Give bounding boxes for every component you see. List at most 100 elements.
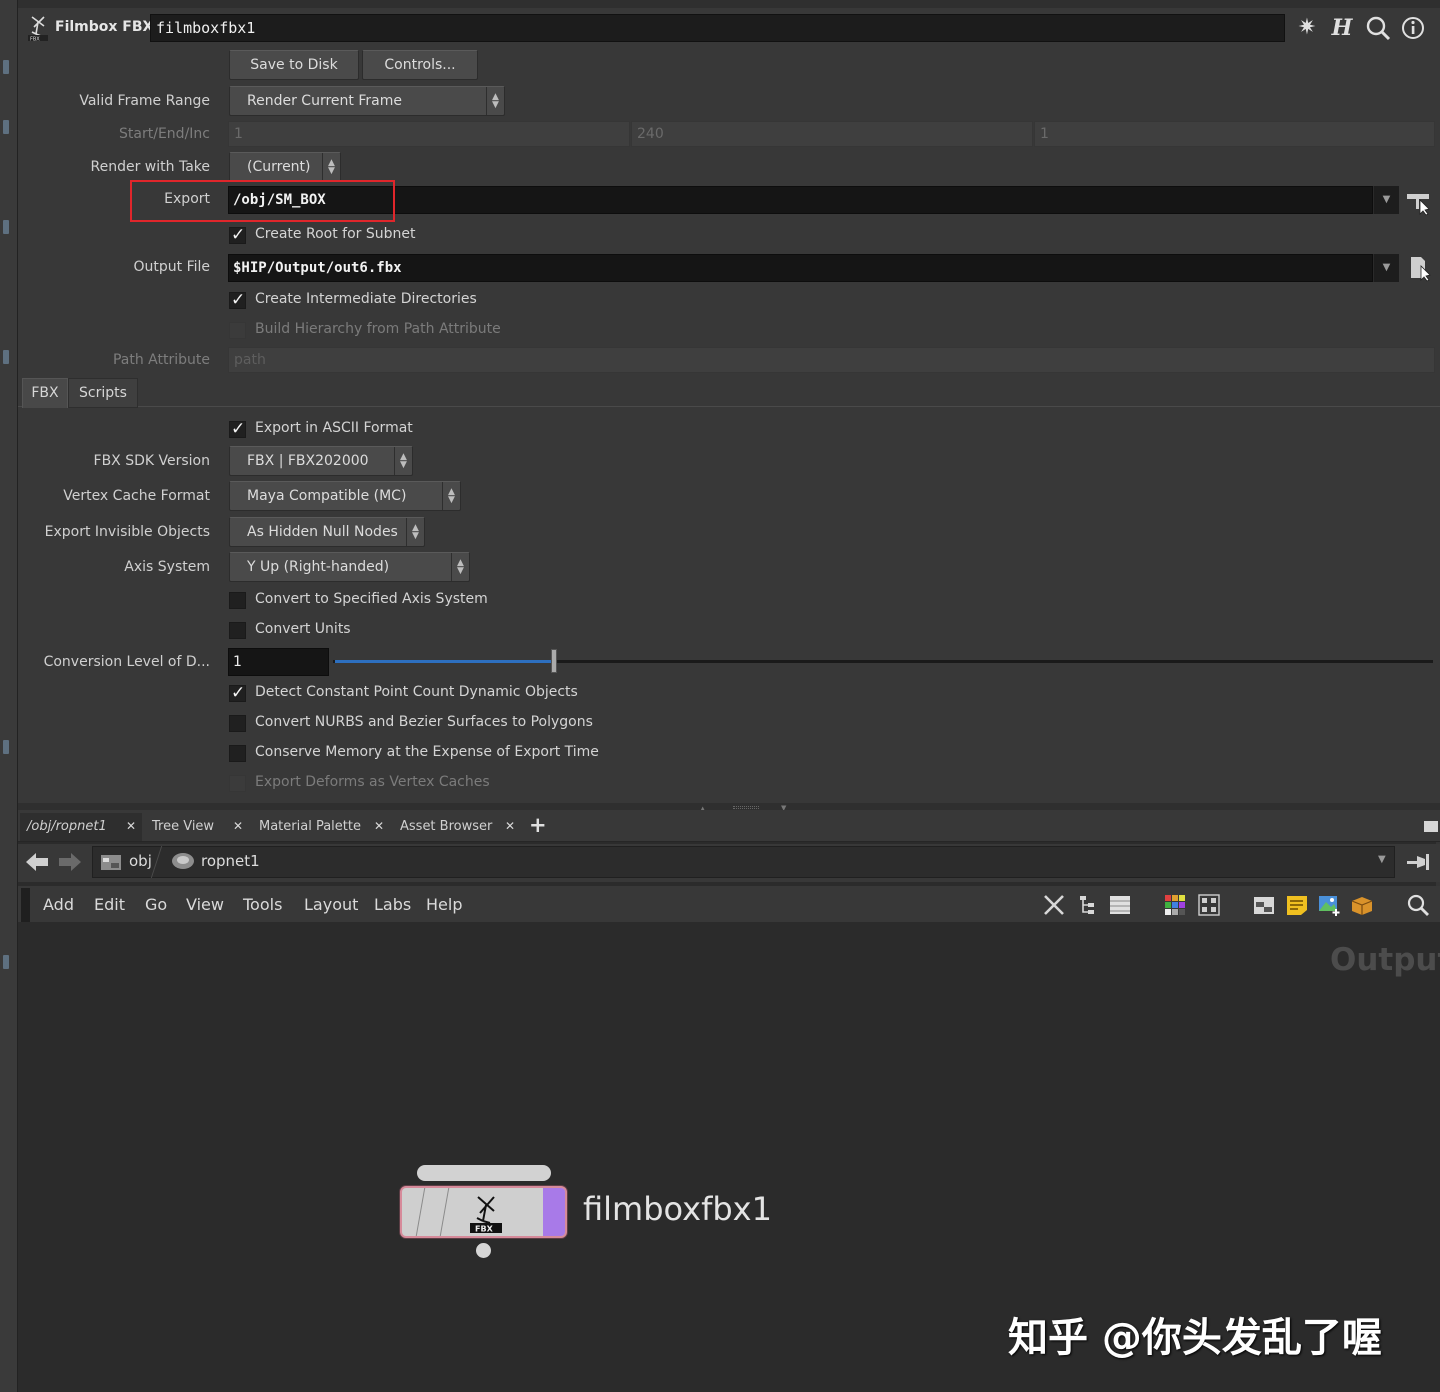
menu-collapse-handle[interactable]	[21, 888, 30, 922]
menu-tools[interactable]: Tools	[243, 895, 282, 914]
axis-system-value: Y Up (Right-handed)	[247, 559, 390, 575]
conversion-level-field[interactable]: 1	[228, 648, 329, 676]
shape-palette-icon[interactable]	[1197, 893, 1221, 917]
network-menu-bar	[18, 886, 1440, 924]
tree-list-icon[interactable]	[1076, 893, 1100, 917]
detect-constant-checkbox[interactable]: ✓	[229, 683, 246, 703]
render-with-take-menu[interactable]: (Current) ▲ ▼	[229, 152, 341, 182]
convert-axis-checkbox[interactable]	[229, 592, 246, 609]
convert-units-checkbox[interactable]	[229, 622, 246, 639]
pane-tab-network[interactable]: /obj/ropnet1	[20, 813, 142, 841]
menu-go[interactable]: Go	[145, 895, 167, 914]
build-hierarchy-checkbox[interactable]	[229, 322, 246, 339]
path-obj-label[interactable]: obj	[129, 852, 152, 870]
axis-system-menu[interactable]: Y Up (Right-handed) ▲ ▼	[229, 552, 470, 582]
node-flag-divider	[439, 1188, 450, 1236]
path-attribute-label: Path Attribute	[112, 352, 210, 368]
vertex-cache-format-label: Vertex Cache Format	[63, 488, 210, 504]
save-to-disk-button[interactable]: Save to Disk	[229, 50, 359, 80]
export-deforms-checkbox[interactable]	[229, 775, 246, 792]
menu-add[interactable]: Add	[43, 895, 74, 914]
conversion-level-slider-handle[interactable]	[551, 649, 557, 673]
conserve-memory-label: Conserve Memory at the Expense of Export…	[255, 744, 599, 760]
output-file-dropdown-button[interactable]: ▼	[1373, 254, 1399, 282]
increment-field[interactable]: 1	[1034, 121, 1435, 147]
node-display-flag[interactable]	[543, 1188, 565, 1236]
forward-arrow-icon[interactable]	[57, 850, 83, 874]
menu-view[interactable]: View	[186, 895, 224, 914]
tab-fbx[interactable]: FBX	[22, 378, 68, 408]
menu-labs[interactable]: Labs	[374, 895, 411, 914]
maximize-pane-icon[interactable]	[1424, 821, 1438, 832]
info-icon[interactable]	[1399, 14, 1427, 42]
pin-icon[interactable]	[1405, 850, 1433, 874]
export-invisible-objects-menu[interactable]: As Hidden Null Nodes ▲ ▼	[229, 517, 425, 547]
end-frame-field[interactable]: 240	[631, 121, 1033, 147]
tools-wrench-icon[interactable]	[1042, 893, 1066, 917]
path-ropnet-label[interactable]: ropnet1	[201, 852, 260, 870]
node-flag-divider	[415, 1188, 426, 1236]
node-type-label: Filmbox FBX	[55, 19, 154, 35]
back-arrow-icon[interactable]	[24, 850, 50, 874]
add-tab-plus-icon[interactable]: +	[529, 813, 547, 838]
path-dropdown-icon[interactable]: ▼	[1378, 854, 1386, 865]
sticky-note-icon[interactable]	[1285, 893, 1309, 917]
close-icon[interactable]: ✕	[374, 813, 384, 840]
export-invisible-objects-value: As Hidden Null Nodes	[247, 524, 398, 540]
fbx-sdk-version-menu[interactable]: FBX | FBX202000 ▲ ▼	[229, 446, 413, 476]
path-field[interactable]	[92, 846, 1395, 878]
controls-button[interactable]: Controls...	[362, 50, 478, 80]
start-frame-field[interactable]: 1	[228, 121, 630, 147]
valid-frame-range-menu[interactable]: Render Current Frame ▲ ▼	[229, 86, 505, 116]
output-file-field[interactable]: $HIP/Output/out6.fbx	[228, 254, 1373, 282]
pane-tab-asset-browser[interactable]: Asset Browser	[400, 813, 492, 841]
search-icon[interactable]	[1364, 14, 1392, 42]
image-add-icon[interactable]	[1317, 893, 1341, 917]
path-attribute-field[interactable]: path	[228, 347, 1435, 373]
node-input-bar[interactable]	[417, 1165, 551, 1181]
close-icon[interactable]: ✕	[505, 813, 515, 840]
create-root-label: Create Root for Subnet	[255, 226, 416, 242]
conserve-memory-checkbox[interactable]	[229, 745, 246, 762]
asset-box-icon[interactable]	[1350, 893, 1374, 917]
updown-arrows-icon: ▲ ▼	[486, 87, 504, 115]
pane-tab-tree-view[interactable]: Tree View	[152, 813, 214, 841]
network-box-icon[interactable]	[1252, 893, 1276, 917]
export-dropdown-button[interactable]: ▼	[1373, 186, 1399, 214]
render-with-take-value: (Current)	[247, 159, 311, 175]
file-chooser-icon[interactable]	[1407, 254, 1433, 282]
shelf-marker	[3, 955, 9, 969]
menu-edit[interactable]: Edit	[94, 895, 125, 914]
create-root-checkbox[interactable]: ✓	[229, 225, 246, 245]
gear-icon[interactable]: ✷	[1293, 14, 1321, 42]
create-directories-label: Create Intermediate Directories	[255, 291, 477, 307]
export-deforms-label: Export Deforms as Vertex Caches	[255, 774, 490, 790]
export-ascii-checkbox[interactable]: ✓	[229, 419, 246, 439]
search-icon[interactable]	[1406, 893, 1430, 917]
export-field[interactable]: /obj/SM_BOX	[228, 186, 1373, 214]
list-view-icon[interactable]	[1108, 893, 1132, 917]
pane-tab-material-palette[interactable]: Material Palette	[259, 813, 361, 841]
tab-scripts[interactable]: Scripts	[68, 378, 138, 408]
filmboxfbx-node[interactable]: FBX	[400, 1186, 567, 1238]
menu-layout[interactable]: Layout	[304, 895, 358, 914]
menu-help[interactable]: Help	[426, 895, 462, 914]
create-directories-checkbox[interactable]: ✓	[229, 290, 246, 310]
node-output-connector[interactable]	[476, 1243, 491, 1258]
pane-divider[interactable]	[18, 803, 1440, 810]
vertex-cache-format-menu[interactable]: Maya Compatible (MC) ▲ ▼	[229, 481, 461, 511]
close-icon[interactable]: ✕	[126, 813, 136, 840]
close-icon[interactable]: ✕	[233, 813, 243, 840]
divider-grip-icon[interactable]	[733, 806, 759, 809]
color-palette-icon[interactable]	[1163, 893, 1187, 917]
node-name-field[interactable]: filmboxfbx1	[150, 14, 1285, 42]
updown-arrows-icon: ▲ ▼	[406, 518, 424, 546]
shelf-marker	[3, 740, 9, 754]
fbx-node-icon: FBX	[28, 16, 48, 42]
node-chooser-icon[interactable]	[1405, 188, 1433, 216]
shelf-marker	[3, 120, 9, 134]
convert-nurbs-checkbox[interactable]	[229, 715, 246, 732]
node-name-label[interactable]: filmboxfbx1	[583, 1190, 772, 1228]
houdini-help-icon[interactable]: H	[1328, 14, 1356, 42]
start-end-inc-label: Start/End/Inc	[119, 126, 210, 142]
